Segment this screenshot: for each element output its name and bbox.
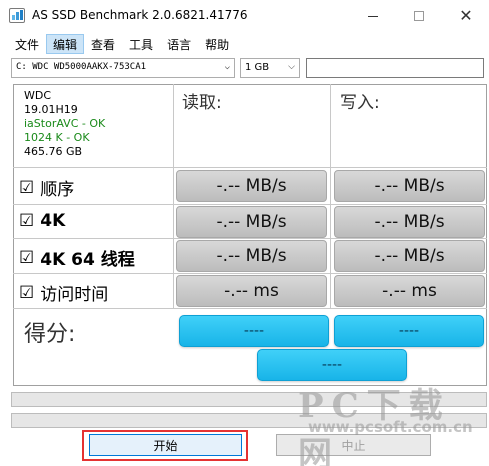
menu-tools[interactable]: 工具 <box>122 34 160 54</box>
test-4k-label[interactable]: ☑ 4K <box>19 211 65 231</box>
abort-button[interactable]: 中止 <box>276 434 431 456</box>
total-score: ---- <box>257 349 407 381</box>
app-bar-chart-icon <box>9 8 25 23</box>
access-read-result: -.-- ms <box>176 275 327 307</box>
test-4k-checkbox[interactable]: ☑ <box>19 211 34 231</box>
drive-info: WDC 19.01H19 iaStorAVC - OK 1024 K - OK … <box>24 89 105 159</box>
maximize-icon <box>414 11 424 21</box>
progress-bar-1 <box>11 392 487 407</box>
write-score: ---- <box>334 315 484 347</box>
score-label: 得分: <box>24 322 76 347</box>
test-4k64-label[interactable]: ☑ 4K 64 线程 <box>19 245 135 271</box>
progress-bar-2 <box>11 413 487 428</box>
chevron-down-icon: ⌵ <box>288 62 295 72</box>
minimize-button[interactable] <box>350 0 396 32</box>
window-title: AS SSD Benchmark 2.0.6821.41776 <box>32 8 248 22</box>
read-score: ---- <box>179 315 329 347</box>
row-divider <box>13 238 487 239</box>
drive-vendor: WDC <box>24 89 52 102</box>
close-icon: ✕ <box>459 6 473 25</box>
test-4k64-checkbox[interactable]: ☑ <box>19 248 34 268</box>
alignment-status: 1024 K - OK <box>24 131 90 144</box>
write-column-header: 写入: <box>340 93 380 113</box>
row-divider <box>13 204 487 205</box>
seq-write-result: -.-- MB/s <box>334 170 485 202</box>
driver-status: iaStorAVC - OK <box>24 117 106 130</box>
drive-select-value: C: WDC WD5000AAKX-753CA1 <box>16 62 147 72</box>
test-4k64-name: 4K 64 线程 <box>40 250 135 270</box>
status-field[interactable] <box>306 58 484 78</box>
menu-help[interactable]: 帮助 <box>198 34 236 54</box>
test-access-checkbox[interactable]: ☑ <box>19 283 34 303</box>
test-access-label[interactable]: ☑ 访问时间 <box>19 280 109 306</box>
menu-edit[interactable]: 编辑 <box>46 34 85 54</box>
test-4k-name: 4K <box>40 211 66 231</box>
test-size-select[interactable]: 1 GB ⌵ <box>240 58 300 78</box>
menu-file[interactable]: 文件 <box>8 34 46 54</box>
maximize-button[interactable] <box>396 0 442 32</box>
test-seq-name: 顺序 <box>40 180 75 200</box>
drive-capacity: 465.76 GB <box>24 145 83 158</box>
chevron-down-icon: ⌵ <box>224 62 230 72</box>
column-divider <box>330 84 331 308</box>
test-size-value: 1 GB <box>245 62 270 73</box>
row-divider <box>13 273 487 274</box>
test-seq-checkbox[interactable]: ☑ <box>19 178 34 198</box>
access-write-result: -.-- ms <box>334 275 485 307</box>
4k64-read-result: -.-- MB/s <box>176 240 327 272</box>
test-seq-label[interactable]: ☑ 顺序 <box>19 175 75 201</box>
minimize-icon <box>368 15 378 17</box>
test-access-name: 访问时间 <box>40 285 109 305</box>
read-column-header: 读取: <box>182 93 222 113</box>
row-divider <box>13 167 487 168</box>
menu-bar: 文件 编辑 查看 工具 语言 帮助 <box>0 34 489 55</box>
drive-select[interactable]: C: WDC WD5000AAKX-753CA1 ⌵ <box>11 58 235 78</box>
menu-language[interactable]: 语言 <box>160 34 198 54</box>
title-bar: AS SSD Benchmark 2.0.6821.41776 ✕ <box>0 0 489 32</box>
start-button[interactable]: 开始 <box>89 434 242 456</box>
menu-view[interactable]: 查看 <box>84 34 122 54</box>
close-button[interactable]: ✕ <box>443 0 489 32</box>
column-divider <box>173 84 174 308</box>
4k-write-result: -.-- MB/s <box>334 206 485 238</box>
4k64-write-result: -.-- MB/s <box>334 240 485 272</box>
row-divider <box>13 308 487 309</box>
drive-firmware: 19.01H19 <box>24 103 78 116</box>
seq-read-result: -.-- MB/s <box>176 170 327 202</box>
4k-read-result: -.-- MB/s <box>176 206 327 238</box>
